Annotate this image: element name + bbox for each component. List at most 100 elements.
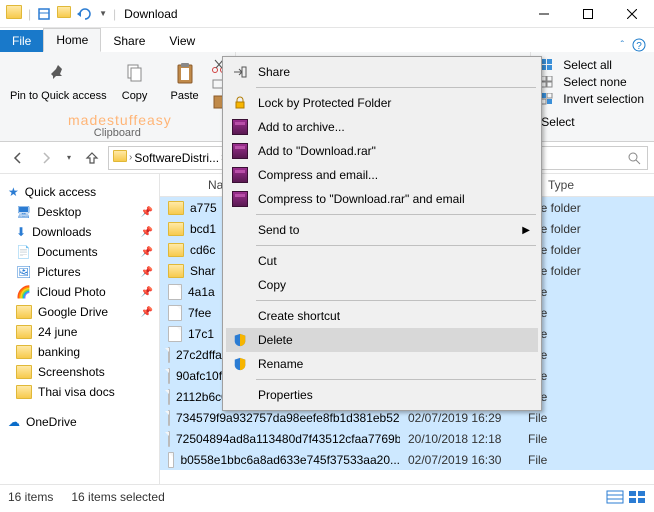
folder-icon xyxy=(168,201,184,215)
clipboard-group-label: Clipboard xyxy=(8,127,227,139)
rar-icon xyxy=(230,141,250,161)
file-date: 02/07/2019 16:30 xyxy=(400,453,520,467)
invert-selection-button[interactable]: Invert selection xyxy=(541,92,644,106)
folder-icon xyxy=(6,5,22,22)
menu-delete[interactable]: Delete xyxy=(226,328,538,352)
qat-new-folder-icon[interactable] xyxy=(57,6,71,21)
qat-properties-icon[interactable] xyxy=(37,7,51,21)
nav-icloud-photo[interactable]: 🌈iCloud Photo📌 xyxy=(0,282,159,302)
file-icon xyxy=(168,452,174,468)
lock-icon xyxy=(230,93,250,113)
qat-dropdown-icon[interactable]: ▼ xyxy=(99,9,107,18)
tab-share[interactable]: Share xyxy=(101,30,157,52)
menu-compress-download-email[interactable]: Compress to "Download.rar" and email xyxy=(226,187,538,211)
nav-pictures[interactable]: 🖼Pictures📌 xyxy=(0,262,159,282)
window-title: Download xyxy=(124,7,177,21)
view-details-icon[interactable] xyxy=(606,490,624,504)
rar-icon xyxy=(230,189,250,209)
file-name: 7fee xyxy=(188,306,211,320)
ribbon-collapse-icon[interactable]: ˆ xyxy=(621,40,624,51)
chevron-right-icon: ▶ xyxy=(522,225,530,236)
downloads-icon: ⬇ xyxy=(16,225,26,239)
folder-icon xyxy=(168,264,184,278)
minimize-button[interactable] xyxy=(522,0,566,28)
pin-icon: 📌 xyxy=(141,287,153,298)
menu-add-download-rar[interactable]: Add to "Download.rar" xyxy=(226,139,538,163)
file-type: File xyxy=(520,432,610,446)
nav-onedrive[interactable]: ☁OneDrive xyxy=(0,412,159,432)
chevron-right-icon[interactable]: › xyxy=(129,152,132,163)
paste-icon xyxy=(169,58,201,90)
folder-icon xyxy=(16,325,32,339)
breadcrumb-segment[interactable]: SoftwareDistri... xyxy=(134,151,219,165)
file-icon xyxy=(168,389,170,405)
folder-icon xyxy=(168,222,184,236)
nav-screenshots[interactable]: Screenshots xyxy=(0,362,159,382)
paste-button[interactable]: Paste xyxy=(161,56,209,110)
menu-copy[interactable]: Copy xyxy=(226,273,538,297)
column-type[interactable]: Type xyxy=(540,174,630,196)
shield-icon xyxy=(230,354,250,374)
nav-24-june[interactable]: 24 june xyxy=(0,322,159,342)
titlebar-divider: | xyxy=(113,7,116,21)
close-button[interactable] xyxy=(610,0,654,28)
file-name: 72504894ad8a113480d7f43512cfaa7769b5... xyxy=(176,432,400,446)
file-name: cd6c xyxy=(190,243,215,257)
folder-icon xyxy=(16,385,32,399)
view-large-icon[interactable] xyxy=(628,490,646,504)
select-none-button[interactable]: Select none xyxy=(541,75,644,89)
file-icon xyxy=(168,368,170,384)
file-type: File xyxy=(520,411,610,425)
shield-icon xyxy=(230,330,250,350)
folder-icon xyxy=(16,345,32,359)
icloud-icon: 🌈 xyxy=(16,285,31,299)
copy-icon xyxy=(119,58,151,90)
nav-downloads[interactable]: ⬇Downloads📌 xyxy=(0,222,159,242)
menu-create-shortcut[interactable]: Create shortcut xyxy=(226,304,538,328)
select-none-icon xyxy=(541,76,557,88)
pin-icon: 📌 xyxy=(141,307,153,318)
pin-icon: 📌 xyxy=(141,207,153,218)
documents-icon: 📄 xyxy=(16,245,31,259)
menu-rename[interactable]: Rename xyxy=(226,352,538,376)
nav-banking[interactable]: banking xyxy=(0,342,159,362)
menu-send-to[interactable]: Send to▶ xyxy=(226,218,538,242)
menu-cut[interactable]: Cut xyxy=(226,249,538,273)
file-row[interactable]: b0558e1bbc6a8ad633e745f37533aa20...02/07… xyxy=(160,449,654,470)
context-menu: Share Lock by Protected Folder Add to ar… xyxy=(222,56,542,411)
nav-thai-visa[interactable]: Thai visa docs xyxy=(0,382,159,402)
menu-properties[interactable]: Properties xyxy=(226,383,538,407)
file-row[interactable]: 72504894ad8a113480d7f43512cfaa7769b5...2… xyxy=(160,428,654,449)
nav-up-button[interactable] xyxy=(80,146,104,170)
select-all-button[interactable]: Select all xyxy=(541,58,644,72)
menu-share[interactable]: Share xyxy=(226,60,538,84)
tab-view[interactable]: View xyxy=(157,30,207,52)
menu-compress-email[interactable]: Compress and email... xyxy=(226,163,538,187)
nav-quick-access[interactable]: ★Quick access xyxy=(0,182,159,202)
nav-documents[interactable]: 📄Documents📌 xyxy=(0,242,159,262)
nav-desktop[interactable]: 🖥Desktop📌 xyxy=(0,202,159,222)
qat-undo-icon[interactable] xyxy=(77,7,93,21)
select-group-label: Select xyxy=(541,115,644,129)
onedrive-icon: ☁ xyxy=(8,415,20,429)
file-icon xyxy=(168,410,170,426)
nav-back-button[interactable] xyxy=(6,146,30,170)
file-name: 4a1a xyxy=(188,285,215,299)
file-icon xyxy=(168,431,170,447)
tab-home[interactable]: Home xyxy=(43,28,101,52)
file-icon xyxy=(168,326,182,342)
copy-button[interactable]: Copy xyxy=(111,56,159,110)
help-icon[interactable]: ? xyxy=(632,38,646,52)
file-icon xyxy=(168,284,182,300)
nav-history-dropdown[interactable]: ▾ xyxy=(62,146,76,170)
pictures-icon: 🖼 xyxy=(16,265,31,279)
tab-file[interactable]: File xyxy=(0,30,43,52)
nav-forward-button[interactable] xyxy=(34,146,58,170)
pin-to-quick-access-button[interactable]: Pin to Quick access xyxy=(8,56,109,110)
file-name: bcd1 xyxy=(190,222,216,236)
maximize-button[interactable] xyxy=(566,0,610,28)
menu-add-to-archive[interactable]: Add to archive... xyxy=(226,115,538,139)
menu-lock-protected-folder[interactable]: Lock by Protected Folder xyxy=(226,91,538,115)
folder-icon xyxy=(16,365,32,379)
nav-google-drive[interactable]: Google Drive📌 xyxy=(0,302,159,322)
